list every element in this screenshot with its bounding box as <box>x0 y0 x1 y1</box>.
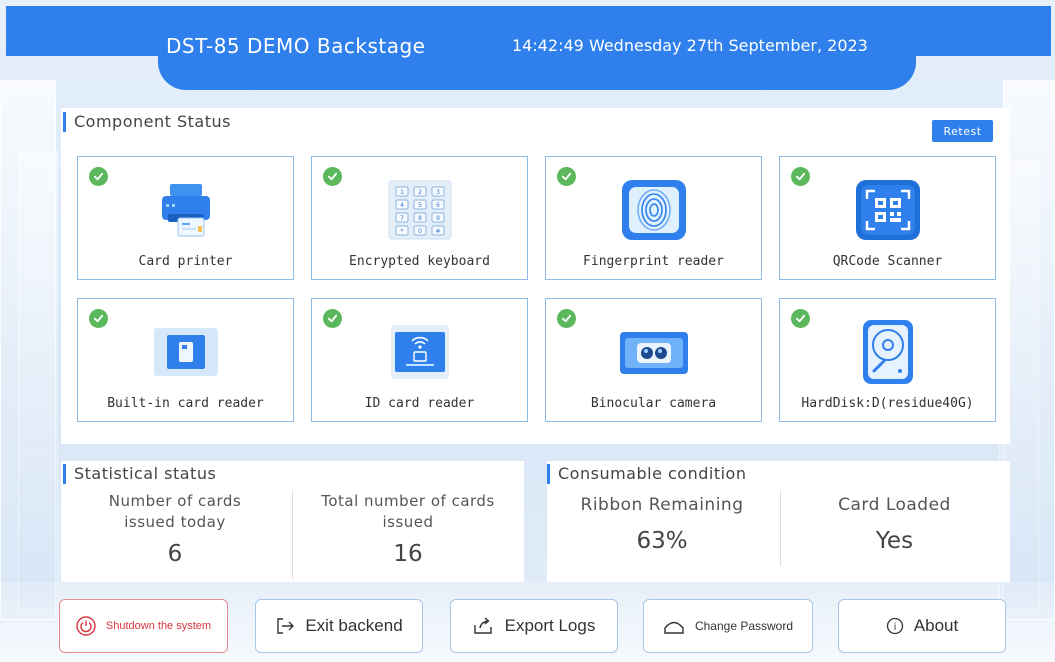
svg-text:2: 2 <box>418 189 422 196</box>
check-circle-icon <box>791 167 810 186</box>
device-label: Encrypted keyboard <box>349 254 490 269</box>
stat-label: Total number of cards issued <box>321 492 495 531</box>
consumable-condition-panel: Consumable condition Ribbon Remaining 63… <box>547 461 1010 582</box>
stat-label: Number of cards issued today <box>108 492 242 531</box>
device-card-encrypted-keyboard[interactable]: 1 2 3 4 5 6 7 8 9 * 0 # Encrypted keyboard <box>311 156 528 280</box>
device-card-card-printer[interactable]: Card printer <box>77 156 294 280</box>
svg-text:i: i <box>893 622 896 633</box>
check-circle-icon <box>323 167 342 186</box>
info-icon: i <box>886 617 904 635</box>
divider <box>780 491 781 566</box>
device-card-fingerprint-reader[interactable]: Fingerprint reader <box>545 156 762 280</box>
device-label: Built-in card reader <box>107 396 264 411</box>
camera-icon <box>619 319 689 385</box>
device-label: Fingerprint reader <box>583 254 724 269</box>
printer-icon <box>151 177 221 243</box>
svg-text:7: 7 <box>400 215 404 222</box>
svg-text:4: 4 <box>400 202 404 209</box>
svg-text:1: 1 <box>400 189 404 196</box>
export-logs-label: Export Logs <box>504 616 596 635</box>
total-cards-issued: Total number of cards issued 16 <box>297 491 519 567</box>
divider <box>292 491 293 579</box>
id-card-reader-icon <box>385 319 455 385</box>
about-label: About <box>913 616 959 635</box>
device-label: QRCode Scanner <box>832 254 943 269</box>
ribbon-remaining: Ribbon Remaining 63% <box>557 491 767 554</box>
consumable-condition-title: Consumable condition <box>547 464 746 484</box>
svg-text:*: * <box>400 228 403 235</box>
svg-text:3: 3 <box>436 189 440 196</box>
exit-backend-label: Exit backend <box>305 616 403 635</box>
device-card-id-card-reader[interactable]: ID card reader <box>311 298 528 422</box>
stat-label: Ribbon Remaining <box>580 495 744 515</box>
component-status-title: Component Status <box>63 112 231 132</box>
device-label: Card printer <box>138 254 233 269</box>
cards-issued-today: Number of cards issued today 6 <box>81 491 269 567</box>
about-button[interactable]: i About <box>838 599 1006 653</box>
device-label: Binocular camera <box>590 396 717 411</box>
svg-text:#: # <box>435 228 440 235</box>
lock-icon <box>663 617 685 635</box>
svg-text:9: 9 <box>436 215 440 222</box>
device-card-built-in-card-reader[interactable]: Built-in card reader <box>77 298 294 422</box>
device-label: ID card reader <box>364 396 475 411</box>
stat-value: 16 <box>393 541 423 567</box>
exit-icon <box>275 616 295 636</box>
export-logs-button[interactable]: Export Logs <box>450 599 618 653</box>
svg-text:5: 5 <box>418 202 422 209</box>
power-icon <box>76 616 96 636</box>
check-circle-icon <box>557 167 576 186</box>
device-card-harddisk[interactable]: HardDisk:D(residue40G) <box>779 298 996 422</box>
keypad-icon: 1 2 3 4 5 6 7 8 9 * 0 # <box>385 177 455 243</box>
stat-value: 6 <box>167 541 183 567</box>
stat-value: 63% <box>636 528 688 554</box>
svg-text:8: 8 <box>418 215 422 222</box>
check-circle-icon <box>791 309 810 328</box>
exit-backend-button[interactable]: Exit backend <box>255 599 423 653</box>
fingerprint-icon <box>619 177 689 243</box>
card-loaded: Card Loaded Yes <box>787 491 1002 554</box>
component-status-panel: Component Status Retest Card printer 1 2… <box>61 108 1010 444</box>
qrcode-icon <box>853 177 923 243</box>
stat-label: Card Loaded <box>838 495 951 515</box>
change-password-button[interactable]: Change Password <box>643 599 813 653</box>
statistical-status-title: Statistical status <box>63 464 216 484</box>
check-circle-icon <box>89 309 108 328</box>
app-title: DST-85 DEMO Backstage <box>166 34 426 58</box>
shutdown-label: Shutdown the system <box>105 620 212 632</box>
card-reader-icon <box>151 319 221 385</box>
device-card-qrcode-scanner[interactable]: QRCode Scanner <box>779 156 996 280</box>
check-circle-icon <box>89 167 108 186</box>
harddisk-icon <box>853 319 923 385</box>
shutdown-button[interactable]: Shutdown the system <box>59 599 228 653</box>
check-circle-icon <box>323 309 342 328</box>
statistical-status-panel: Statistical status Number of cards issue… <box>61 461 524 582</box>
retest-button[interactable]: Retest <box>932 120 993 142</box>
stat-value: Yes <box>875 528 914 554</box>
svg-text:6: 6 <box>436 202 440 209</box>
change-password-label: Change Password <box>694 619 794 633</box>
device-card-binocular-camera[interactable]: Binocular camera <box>545 298 762 422</box>
svg-text:0: 0 <box>418 228 422 235</box>
export-icon <box>473 617 495 635</box>
device-label: HardDisk:D(residue40G) <box>801 396 974 411</box>
check-circle-icon <box>557 309 576 328</box>
header-clock: 14:42:49 Wednesday 27th September, 2023 <box>512 36 868 55</box>
